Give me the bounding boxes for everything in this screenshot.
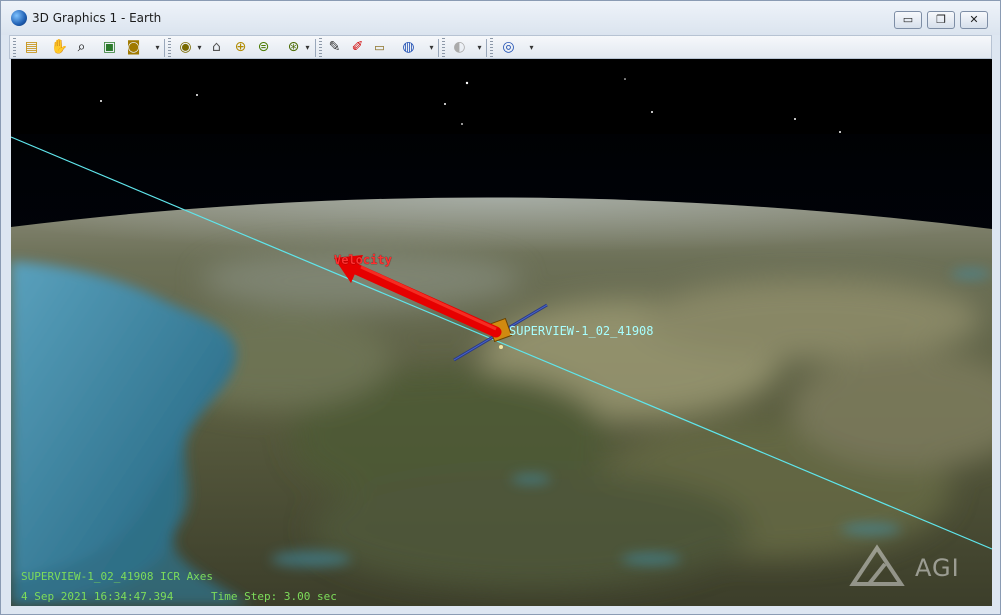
title-bar[interactable]: 3D Graphics 1 - Earth ▭ ❐ ✕ — [1, 1, 1000, 35]
restore-button[interactable]: ❐ — [927, 11, 955, 29]
measure-pen-icon[interactable]: ✎ — [325, 38, 344, 57]
zoom-icon[interactable]: ⌕ — [72, 38, 91, 57]
toolbar-grip[interactable] — [442, 38, 445, 57]
toolbar-grip[interactable] — [319, 38, 322, 57]
close-button[interactable]: ✕ — [960, 11, 988, 29]
view-from-to-icon[interactable]: ▣ — [100, 38, 119, 57]
toolbar-separator — [315, 39, 316, 57]
toolbar-grip[interactable] — [13, 38, 16, 57]
toolbar-grip[interactable] — [490, 38, 493, 57]
view-north-icon[interactable]: ⊕ — [231, 38, 250, 57]
properties-icon[interactable]: ▤ — [22, 38, 41, 57]
chevron-down-icon[interactable]: ▾ — [428, 42, 435, 54]
minimize-icon: ▭ — [902, 13, 914, 26]
3d-viewport[interactable]: Velocity SUPERVIEW-1_02_41908 SUPERVIEW-… — [11, 59, 992, 606]
pan-icon[interactable]: ✋ — [50, 38, 69, 57]
agi-logo: AGI — [915, 554, 960, 582]
chevron-down-icon[interactable]: ▾ — [528, 42, 535, 54]
home-view-icon[interactable]: ⌂ — [207, 38, 226, 57]
toolbar-separator — [438, 39, 439, 57]
globe-manager-icon[interactable]: ◍ — [399, 38, 418, 57]
scenario-datetime: 4 Sep 2021 16:34:47.394 — [21, 590, 174, 603]
reset-view-icon[interactable]: ⊛ — [284, 38, 303, 57]
toolbar-separator — [164, 39, 165, 57]
chevron-down-icon[interactable]: ▾ — [196, 42, 203, 54]
earth-globe-icon — [11, 10, 27, 26]
minimize-button[interactable]: ▭ — [894, 11, 922, 29]
satellite-label[interactable]: SUPERVIEW-1_02_41908 — [509, 324, 654, 338]
snapshot-icon[interactable]: ◙ — [124, 38, 143, 57]
toolbar: ▤ ✋ ⌕ ▣ ◙ ▾ ◉ ▾ ⌂ ⊕ ⊜ ⊛ ▾ ✎ ✐ ▭ ◍ ▾ ◐ ▾ … — [9, 35, 992, 59]
chevron-down-icon[interactable]: ▾ — [154, 42, 161, 54]
map-window-icon[interactable]: ◎ — [499, 38, 518, 57]
view-top-icon[interactable]: ⊜ — [254, 38, 273, 57]
ruler-icon[interactable]: ▭ — [370, 38, 389, 57]
toolbar-separator — [486, 39, 487, 57]
window-title: 3D Graphics 1 - Earth — [32, 11, 162, 25]
restore-icon: ❐ — [936, 13, 946, 26]
earth-scene[interactable] — [11, 59, 992, 606]
close-icon: ✕ — [969, 13, 979, 26]
app-window: 3D Graphics 1 - Earth ▭ ❐ ✕ ▤ ✋ ⌕ ▣ ◙ ▾ … — [0, 0, 1001, 615]
time-step: Time Step: 3.00 sec — [211, 590, 337, 603]
pen-red-icon[interactable]: ✐ — [348, 38, 367, 57]
velocity-label: Velocity — [334, 253, 392, 267]
eye-orbit-icon[interactable]: ◉ — [176, 38, 195, 57]
chevron-down-icon[interactable]: ▾ — [304, 42, 311, 54]
toolbar-grip[interactable] — [168, 38, 171, 57]
fog-icon[interactable]: ◐ — [450, 38, 469, 57]
axes-label: SUPERVIEW-1_02_41908 ICR Axes — [21, 570, 214, 583]
chevron-down-icon[interactable]: ▾ — [476, 42, 483, 54]
